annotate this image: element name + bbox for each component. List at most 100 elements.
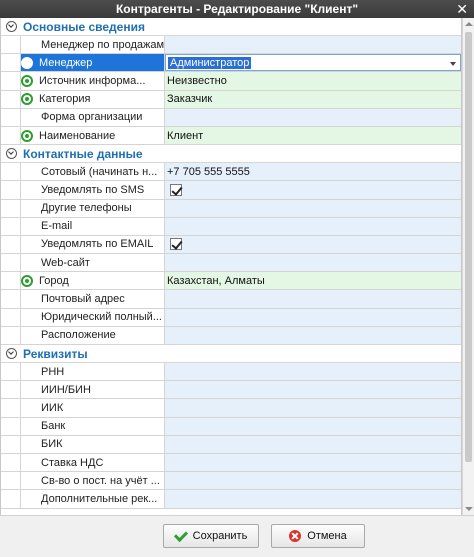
- window-title: Контрагенты - Редактирование "Клиент": [115, 2, 359, 16]
- row-indent: [1, 36, 21, 54]
- property-value[interactable]: [165, 472, 461, 490]
- property-label-text: Ставка НДС: [41, 456, 104, 469]
- property-value[interactable]: [165, 254, 461, 272]
- property-label-text: Уведомлять по EMAIL: [41, 238, 154, 251]
- section-header[interactable]: Основные сведения: [1, 18, 461, 36]
- property-row[interactable]: Св-во о пост. на учёт ...: [1, 472, 461, 491]
- property-label: Менеджер по продажам: [21, 36, 165, 54]
- property-value[interactable]: [165, 217, 461, 235]
- property-value[interactable]: [165, 308, 461, 326]
- property-row[interactable]: РНН: [1, 363, 461, 382]
- property-row[interactable]: ИИК: [1, 399, 461, 418]
- row-indent: [1, 435, 21, 453]
- property-label-text: БИК: [41, 438, 63, 451]
- property-row[interactable]: Форма организации: [1, 108, 461, 127]
- scroll-up-icon[interactable]: [465, 22, 473, 26]
- save-button-label: Сохранить: [192, 530, 248, 542]
- collapse-chevron-icon[interactable]: [6, 21, 17, 32]
- property-label: Город: [21, 272, 165, 290]
- property-row[interactable]: Ставка НДС: [1, 453, 461, 473]
- checkbox[interactable]: [170, 238, 182, 251]
- property-row[interactable]: Почтовый адрес: [1, 290, 461, 309]
- property-value[interactable]: [165, 399, 461, 417]
- required-field-icon: [21, 129, 33, 142]
- scroll-down-icon[interactable]: [465, 507, 473, 511]
- checkbox[interactable]: [170, 183, 182, 196]
- property-value[interactable]: Заказчик: [165, 90, 461, 108]
- close-icon[interactable]: ✕: [456, 0, 468, 18]
- property-row[interactable]: Источник информа... Неизвестно: [1, 72, 461, 91]
- property-value[interactable]: Клиент: [165, 126, 461, 145]
- row-indent: [1, 90, 21, 108]
- checkbox-cell[interactable]: [165, 181, 461, 199]
- property-row[interactable]: Наименование Клиент: [1, 126, 461, 146]
- property-row[interactable]: Банк: [1, 417, 461, 436]
- scroll-thumb[interactable]: [465, 32, 472, 462]
- property-value[interactable]: [165, 435, 461, 453]
- property-label-text: E-mail: [41, 220, 73, 233]
- property-value[interactable]: Неизвестно: [165, 72, 461, 90]
- property-value[interactable]: [165, 199, 461, 217]
- collapse-chevron-icon[interactable]: [6, 348, 17, 359]
- property-row[interactable]: Город Казахстан, Алматы: [1, 272, 461, 291]
- property-label-text: Наименование: [39, 129, 116, 142]
- property-row[interactable]: Уведомлять по SMS: [1, 181, 461, 200]
- row-indent: [1, 72, 21, 90]
- row-indent: [1, 126, 21, 145]
- property-value[interactable]: +7 705 555 5555: [165, 163, 461, 181]
- property-label-text: Уведомлять по SMS: [41, 183, 145, 196]
- property-value[interactable]: Казахстан, Алматы: [165, 272, 461, 290]
- property-row[interactable]: Юридический полный...: [1, 308, 461, 327]
- property-label: Юридический полный...: [21, 308, 165, 326]
- checkbox-cell[interactable]: [165, 235, 461, 254]
- property-row[interactable]: E-mail: [1, 217, 461, 236]
- row-indent: [1, 217, 21, 235]
- property-value[interactable]: [165, 490, 461, 508]
- section-title: Реквизиты: [23, 346, 88, 361]
- property-value[interactable]: [165, 417, 461, 435]
- property-row[interactable]: Расположение: [1, 326, 461, 345]
- property-label-text: Почтовый адрес: [41, 293, 125, 306]
- property-label-text: Источник информа...: [39, 74, 146, 87]
- property-row[interactable]: Web-сайт: [1, 254, 461, 273]
- property-value[interactable]: [165, 381, 461, 399]
- vertical-scrollbar[interactable]: [462, 18, 474, 515]
- property-row[interactable]: Дополнительные рек...: [1, 490, 461, 509]
- property-row[interactable]: Сотовый (начинать н... +7 705 555 5555: [1, 163, 461, 182]
- cancel-button[interactable]: Отмена: [271, 524, 365, 548]
- property-label-text: Категория: [39, 93, 91, 106]
- row-indent: [1, 163, 21, 181]
- property-label: Сотовый (начинать н...: [21, 163, 165, 181]
- property-row[interactable]: Менеджер по продажам: [1, 36, 461, 55]
- property-value[interactable]: [165, 326, 461, 344]
- property-value[interactable]: [165, 36, 461, 54]
- property-label-text: Город: [39, 274, 69, 287]
- property-label-text: Расположение: [41, 329, 116, 342]
- property-row[interactable]: Менеджер Администратор: [1, 54, 461, 73]
- property-row[interactable]: БИК: [1, 435, 461, 454]
- property-label-text: Сотовый (начинать н...: [41, 165, 158, 178]
- property-value[interactable]: [165, 290, 461, 308]
- property-row[interactable]: Другие телефоны: [1, 199, 461, 218]
- section-header[interactable]: Контактные данные: [1, 145, 461, 164]
- property-row[interactable]: Категория Заказчик: [1, 90, 461, 109]
- collapse-chevron-icon[interactable]: [6, 148, 17, 160]
- section-title: Основные сведения: [23, 19, 145, 34]
- property-label-text: Web-сайт: [41, 256, 90, 269]
- row-indent: [1, 381, 21, 399]
- row-indent: [1, 453, 21, 472]
- property-row[interactable]: Уведомлять по EMAIL: [1, 235, 461, 255]
- row-indent: [1, 254, 21, 272]
- check-icon: [173, 527, 188, 542]
- save-button[interactable]: Сохранить: [163, 524, 259, 548]
- property-value-text: Заказчик: [167, 93, 213, 106]
- dropdown-arrow-icon[interactable]: [446, 55, 460, 70]
- section-header[interactable]: Реквизиты: [1, 345, 461, 363]
- property-label-text: Юридический полный...: [41, 311, 162, 324]
- manager-combobox[interactable]: Администратор: [165, 54, 461, 72]
- property-value[interactable]: [165, 363, 461, 381]
- property-row[interactable]: ИИН/БИН: [1, 381, 461, 400]
- property-value[interactable]: [165, 108, 461, 126]
- property-label: ИИК: [21, 399, 165, 417]
- property-value[interactable]: [165, 453, 461, 472]
